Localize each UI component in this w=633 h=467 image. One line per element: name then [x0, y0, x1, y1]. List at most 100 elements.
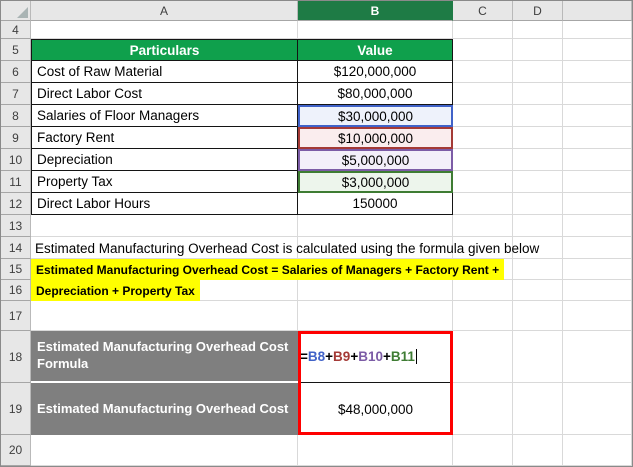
- grid-cell[interactable]: [453, 83, 513, 105]
- grid-cell[interactable]: [453, 105, 513, 127]
- grid-cell[interactable]: [513, 21, 563, 39]
- grid-cell[interactable]: [453, 171, 513, 193]
- grid-cell[interactable]: [513, 383, 563, 435]
- grid-cell[interactable]: [453, 127, 513, 149]
- cell-a5-particulars-header[interactable]: Particulars: [31, 39, 298, 61]
- grid-cell[interactable]: [513, 127, 563, 149]
- grid-cell[interactable]: [31, 435, 298, 466]
- cell-b12-value[interactable]: 150000: [298, 193, 453, 215]
- grid-cell[interactable]: [563, 171, 632, 193]
- row-header-10[interactable]: 10: [1, 149, 31, 171]
- grid-cell[interactable]: [298, 280, 453, 301]
- cell-a10-label[interactable]: Depreciation: [31, 149, 298, 171]
- grid-cell[interactable]: [563, 21, 632, 39]
- col-header-d[interactable]: D: [513, 1, 563, 21]
- row-header-13[interactable]: 13: [1, 215, 31, 237]
- cell-b5-value-header[interactable]: Value: [298, 39, 453, 61]
- row-header-6[interactable]: 6: [1, 61, 31, 83]
- grid-cell[interactable]: [513, 39, 563, 61]
- grid-cell[interactable]: [563, 435, 632, 466]
- grid-cell[interactable]: [453, 435, 513, 466]
- grid-cell[interactable]: [31, 301, 298, 331]
- grid-cell[interactable]: [563, 61, 632, 83]
- grid-cell[interactable]: [563, 215, 632, 237]
- cell-a11-label[interactable]: Property Tax: [31, 171, 298, 193]
- grid-cell[interactable]: [453, 149, 513, 171]
- row-header-4[interactable]: 4: [1, 21, 31, 39]
- cell-a18-formula-label[interactable]: Estimated Manufacturing Overhead Cost Fo…: [31, 331, 298, 383]
- grid-cell[interactable]: [563, 383, 632, 435]
- grid-cell[interactable]: [513, 193, 563, 215]
- grid-cell[interactable]: [453, 215, 513, 237]
- grid-cell[interactable]: [453, 301, 513, 331]
- row-header-7[interactable]: 7: [1, 83, 31, 105]
- col-header-blank[interactable]: [563, 1, 632, 21]
- cell-a9-label[interactable]: Factory Rent: [31, 127, 298, 149]
- grid-cell[interactable]: [513, 301, 563, 331]
- grid-cell[interactable]: [513, 149, 563, 171]
- grid-cell[interactable]: [298, 301, 453, 331]
- grid-cell[interactable]: [453, 383, 513, 435]
- grid-cell[interactable]: [563, 331, 632, 383]
- grid-cell[interactable]: [298, 21, 453, 39]
- col-header-c[interactable]: C: [453, 1, 513, 21]
- cell-b6-value[interactable]: $120,000,000: [298, 61, 453, 83]
- grid-cell[interactable]: [563, 280, 632, 301]
- cell-b19-result[interactable]: $48,000,000: [298, 383, 453, 435]
- cell-b11-value-green-ref[interactable]: $3,000,000: [298, 171, 453, 193]
- grid-cell[interactable]: [298, 215, 453, 237]
- col-header-a[interactable]: A: [31, 1, 298, 21]
- cell-b10-value-purple-ref[interactable]: $5,000,000: [298, 149, 453, 171]
- grid-cell[interactable]: [453, 39, 513, 61]
- row-header-5[interactable]: 5: [1, 39, 31, 61]
- row-header-11[interactable]: 11: [1, 171, 31, 193]
- grid-cell[interactable]: [563, 149, 632, 171]
- row-header-14[interactable]: 14: [1, 237, 31, 259]
- grid-cell[interactable]: [31, 215, 298, 237]
- formula-definition-line-1[interactable]: Estimated Manufacturing Overhead Cost = …: [31, 259, 505, 280]
- row-header-17[interactable]: 17: [1, 301, 31, 331]
- grid-cell[interactable]: [563, 39, 632, 61]
- formula-definition-line-2[interactable]: Depreciation + Property Tax: [31, 280, 200, 301]
- row-header-20[interactable]: 20: [1, 435, 31, 466]
- grid-cell[interactable]: [513, 215, 563, 237]
- grid-cell[interactable]: [513, 171, 563, 193]
- cell-a6-label[interactable]: Cost of Raw Material: [31, 61, 298, 83]
- grid-cell[interactable]: [31, 21, 298, 39]
- row-header-12[interactable]: 12: [1, 193, 31, 215]
- row-header-19[interactable]: 19: [1, 383, 31, 435]
- grid-cell[interactable]: [453, 331, 513, 383]
- cell-b9-value-red-ref[interactable]: $10,000,000: [298, 127, 453, 149]
- grid-cell[interactable]: [513, 331, 563, 383]
- row-header-18[interactable]: 18: [1, 331, 31, 383]
- grid-cell[interactable]: [563, 301, 632, 331]
- grid-cell[interactable]: [563, 193, 632, 215]
- cell-b18-formula[interactable]: = B8 + B9 + B10 + B11: [298, 331, 453, 383]
- grid-cell[interactable]: [513, 280, 563, 301]
- select-all-corner[interactable]: [1, 1, 31, 21]
- grid-cell[interactable]: [513, 435, 563, 466]
- grid-cell[interactable]: [453, 61, 513, 83]
- grid-cell[interactable]: [453, 21, 513, 39]
- grid-cell[interactable]: [563, 105, 632, 127]
- cell-a7-label[interactable]: Direct Labor Cost: [31, 83, 298, 105]
- cell-a19-cost-label[interactable]: Estimated Manufacturing Overhead Cost: [31, 383, 298, 435]
- cell-b7-value[interactable]: $80,000,000: [298, 83, 453, 105]
- cell-a8-label[interactable]: Salaries of Floor Managers: [31, 105, 298, 127]
- cell-a12-label[interactable]: Direct Labor Hours: [31, 193, 298, 215]
- grid-cell[interactable]: [513, 83, 563, 105]
- grid-cell[interactable]: [453, 193, 513, 215]
- grid-cell[interactable]: [563, 83, 632, 105]
- grid-cell[interactable]: [513, 259, 563, 280]
- grid-cell[interactable]: [453, 280, 513, 301]
- grid-cell[interactable]: [513, 105, 563, 127]
- row-header-8[interactable]: 8: [1, 105, 31, 127]
- row-header-16[interactable]: 16: [1, 280, 31, 301]
- grid-cell[interactable]: [298, 435, 453, 466]
- description-text[interactable]: Estimated Manufacturing Overhead Cost is…: [31, 237, 632, 259]
- row-header-15[interactable]: 15: [1, 259, 31, 280]
- grid-cell[interactable]: [513, 61, 563, 83]
- row-header-9[interactable]: 9: [1, 127, 31, 149]
- grid-cell[interactable]: [563, 259, 632, 280]
- grid-cell[interactable]: [563, 127, 632, 149]
